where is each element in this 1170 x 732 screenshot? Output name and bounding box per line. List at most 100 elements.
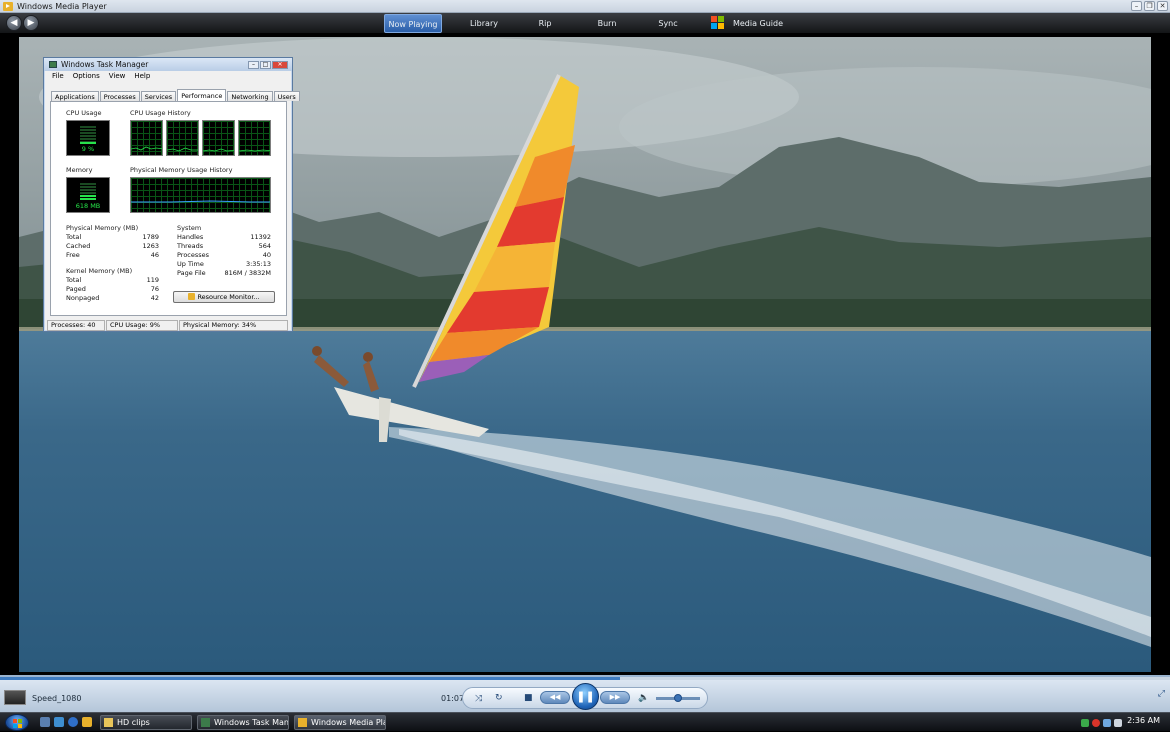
wmp-title-bar: Windows Media Player – ❐ ✕ <box>0 0 1170 13</box>
volume-icon[interactable]: 🔈 <box>638 693 649 703</box>
status-cpu-usage: CPU Usage: 9% <box>106 320 178 331</box>
cpu-usage-gauge: 9 % <box>66 120 110 156</box>
fullscreen-icon[interactable]: ⤢ <box>1158 689 1165 699</box>
menu-options[interactable]: Options <box>73 71 100 82</box>
tab-media-guide[interactable]: Media Guide <box>732 14 784 33</box>
task-manager-title: Windows Task Manager <box>61 60 149 69</box>
task-manager-tabs: Applications Processes Services Performa… <box>51 89 301 101</box>
tray-network-icon[interactable] <box>1103 718 1111 727</box>
cpu-history-graph-3 <box>202 120 235 156</box>
performance-panel: CPU Usage 9 % CPU Usage History Memory 6… <box>50 101 287 316</box>
task-manager-window[interactable]: Windows Task Manager – □ ✕ File Options … <box>43 57 300 332</box>
status-physical-memory: Physical Memory: 34% <box>179 320 288 331</box>
pause-button[interactable]: ❚❚ <box>572 683 599 710</box>
tab-services[interactable]: Services <box>140 91 177 101</box>
tab-rip[interactable]: Rip <box>530 14 560 33</box>
cpu-usage-bar <box>80 142 96 144</box>
memory-bar <box>80 194 96 201</box>
elapsed-time[interactable]: 01:07 <box>441 694 464 703</box>
taskbar-item-hd-clips[interactable]: HD clips <box>100 715 192 730</box>
tab-applications[interactable]: Applications <box>51 91 99 101</box>
system-header: System <box>177 224 202 232</box>
taskbar-item-task-manager[interactable]: Windows Task Man... <box>197 715 289 730</box>
minimize-button[interactable]: – <box>1131 1 1142 11</box>
previous-button[interactable]: ◀◀ <box>540 691 570 704</box>
memory-history-graph <box>130 177 271 213</box>
wmp-title: Windows Media Player <box>17 1 107 11</box>
switch-windows-icon[interactable] <box>54 717 64 727</box>
wmp-nav-bar: ◀ ▶ Now Playing Library Rip Burn Sync Me… <box>0 13 1170 34</box>
media-player-icon <box>298 718 307 727</box>
stat-row: Handles 11392 <box>177 233 271 241</box>
tm-maximize-button[interactable]: □ <box>260 61 271 69</box>
memory-history-label: Physical Memory Usage History <box>130 166 233 174</box>
media-player-icon <box>3 1 13 11</box>
tab-sync[interactable]: Sync <box>653 14 683 33</box>
wmp-control-bar: Speed_1080 01:07 ⤨ ↻ ■ ◀◀ ❚❚ ▶▶ 🔈 ⤢ <box>0 675 1170 712</box>
resource-monitor-button[interactable]: Resource Monitor... <box>173 291 275 303</box>
volume-knob[interactable] <box>674 694 682 702</box>
tray-volume-icon[interactable] <box>1114 718 1122 727</box>
task-manager-status-bar: Processes: 40 CPU Usage: 9% Physical Mem… <box>47 320 290 331</box>
restore-button[interactable]: ❐ <box>1144 1 1155 11</box>
cpu-history-label: CPU Usage History <box>130 109 191 117</box>
tab-performance[interactable]: Performance <box>177 89 227 101</box>
tab-networking[interactable]: Networking <box>227 91 273 101</box>
windows-logo-icon <box>711 16 725 30</box>
shuffle-icon[interactable]: ⤨ <box>475 694 482 704</box>
physical-memory-header: Physical Memory (MB) <box>66 224 139 232</box>
cpu-history-graph-1 <box>130 120 163 156</box>
menu-help[interactable]: Help <box>134 71 150 82</box>
tab-library[interactable]: Library <box>462 14 506 33</box>
stat-row: Threads 564 <box>177 242 271 250</box>
stat-row: Up Time 3:35:13 <box>177 260 271 268</box>
media-player-quicklaunch-icon[interactable] <box>82 717 92 727</box>
taskbar-clock[interactable]: 2:36 AM <box>1127 716 1160 725</box>
stat-row: Cached 1263 <box>66 242 159 250</box>
menu-file[interactable]: File <box>52 71 64 82</box>
forward-arrow-icon[interactable]: ▶ <box>23 15 39 31</box>
stat-row: Free 46 <box>66 251 159 259</box>
tab-burn[interactable]: Burn <box>591 14 623 33</box>
taskbar-item-media-player[interactable]: Windows Media Pla... <box>294 715 386 730</box>
memory-value: 618 MB <box>75 202 101 210</box>
stat-row: Page File 816M / 3832M <box>177 269 271 277</box>
stat-row: Total 1789 <box>66 233 159 241</box>
tray-security-icon[interactable] <box>1092 718 1100 727</box>
stop-icon[interactable]: ■ <box>524 693 533 703</box>
next-button[interactable]: ▶▶ <box>600 691 630 704</box>
menu-view[interactable]: View <box>109 71 126 82</box>
stat-row: Processes 40 <box>177 251 271 259</box>
start-button[interactable] <box>5 714 29 731</box>
task-manager-menu: File Options View Help <box>44 71 292 82</box>
stat-row: Paged 76 <box>66 285 159 293</box>
close-button[interactable]: ✕ <box>1157 1 1168 11</box>
memory-gauge: 618 MB <box>66 177 110 213</box>
tray-green-icon[interactable] <box>1081 718 1089 727</box>
now-playing-thumbnail[interactable] <box>4 690 26 705</box>
folder-icon <box>104 718 113 727</box>
show-desktop-icon[interactable] <box>40 717 50 727</box>
seek-bar-progress <box>0 677 621 680</box>
stat-row: Nonpaged 42 <box>66 294 159 302</box>
cpu-usage-label: CPU Usage <box>66 109 102 117</box>
task-manager-icon <box>49 61 57 68</box>
stat-row: Total 119 <box>66 276 159 284</box>
seek-bar[interactable] <box>0 677 1170 680</box>
tab-users[interactable]: Users <box>273 91 300 101</box>
cpu-history-graph-4 <box>238 120 271 156</box>
tab-now-playing[interactable]: Now Playing <box>384 14 442 33</box>
memory-label: Memory <box>66 166 93 174</box>
windows-taskbar: HD clips Windows Task Man... Windows Med… <box>0 712 1170 731</box>
tm-minimize-button[interactable]: – <box>248 61 259 69</box>
repeat-icon[interactable]: ↻ <box>495 693 503 703</box>
status-processes: Processes: 40 <box>47 320 105 331</box>
tab-processes[interactable]: Processes <box>99 91 140 101</box>
shield-icon <box>188 293 196 300</box>
tm-close-button[interactable]: ✕ <box>272 61 288 69</box>
cpu-history-graph-2 <box>166 120 199 156</box>
internet-explorer-icon[interactable] <box>68 717 78 727</box>
back-arrow-icon[interactable]: ◀ <box>6 15 22 31</box>
kernel-memory-header: Kernel Memory (MB) <box>66 267 133 275</box>
clip-name: Speed_1080 <box>32 694 82 703</box>
